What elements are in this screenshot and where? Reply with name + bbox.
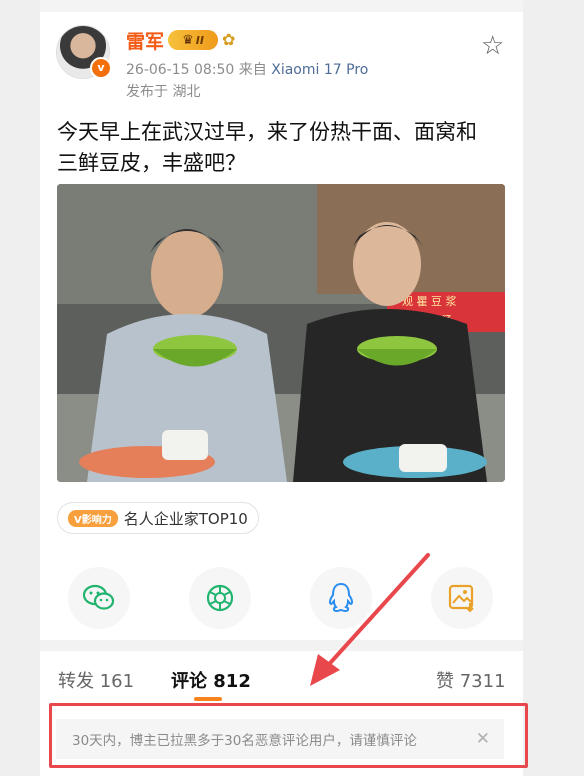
post-text: 今天早上在武汉过早，来了份热干面、面窝和三鲜豆皮，丰盛吧？ (57, 120, 477, 175)
photo-illustration: 观 瞿 豆 浆 豆 汤 (57, 184, 505, 482)
post-card: v 雷军 ♛ II ✿ ☆ 26-06-15 08:50 来自 Xiaomi 1… (40, 0, 523, 776)
vip-level: II (195, 33, 204, 47)
verified-icon: v (90, 57, 112, 79)
tab-likes[interactable]: 赞 7311 (436, 667, 506, 693)
active-tab-indicator (194, 697, 222, 701)
flower-icon: ✿ (222, 30, 236, 49)
influence-badge: V影响力 (68, 509, 118, 527)
wechat-icon (82, 584, 115, 610)
qq-share-button[interactable] (310, 567, 372, 629)
save-image-icon (448, 584, 474, 613)
tab-comments[interactable]: 评论 812 (171, 667, 251, 693)
source-prefix: 来自 (238, 62, 267, 78)
vip-badge[interactable]: ♛ II (168, 30, 218, 50)
source-device[interactable]: Xiaomi 17 Pro (271, 62, 368, 78)
post-location: 发布于 湖北 (126, 84, 201, 100)
share-row (68, 567, 498, 629)
save-image-button[interactable] (431, 567, 493, 629)
post-meta: 26-06-15 08:50 来自 Xiaomi 17 Pro (126, 59, 368, 79)
moments-icon (206, 584, 234, 612)
influence-tag[interactable]: V影响力 名人企业家TOP10 (57, 502, 259, 534)
interaction-tabs: 转发 161 评论 812 赞 7311 (40, 651, 523, 701)
shop-sign-1: 观 瞿 豆 浆 (402, 294, 457, 308)
moments-share-button[interactable] (189, 567, 251, 629)
favorite-star-icon[interactable]: ☆ (481, 33, 504, 59)
tab-repost[interactable]: 转发 161 (58, 667, 134, 693)
top-divider (40, 0, 523, 12)
post-timestamp: 26-06-15 08:50 (126, 62, 235, 78)
username[interactable]: 雷军 (126, 27, 164, 54)
post-photo[interactable]: 观 瞿 豆 浆 豆 汤 (57, 184, 505, 482)
influence-label: 名人企业家TOP10 (123, 509, 248, 528)
annotation-box (49, 703, 528, 768)
crown-icon: ♛ (182, 32, 194, 48)
qq-icon (328, 582, 354, 613)
section-divider (40, 640, 523, 651)
wechat-share-button[interactable] (68, 567, 130, 629)
avatar[interactable]: v (57, 26, 112, 79)
